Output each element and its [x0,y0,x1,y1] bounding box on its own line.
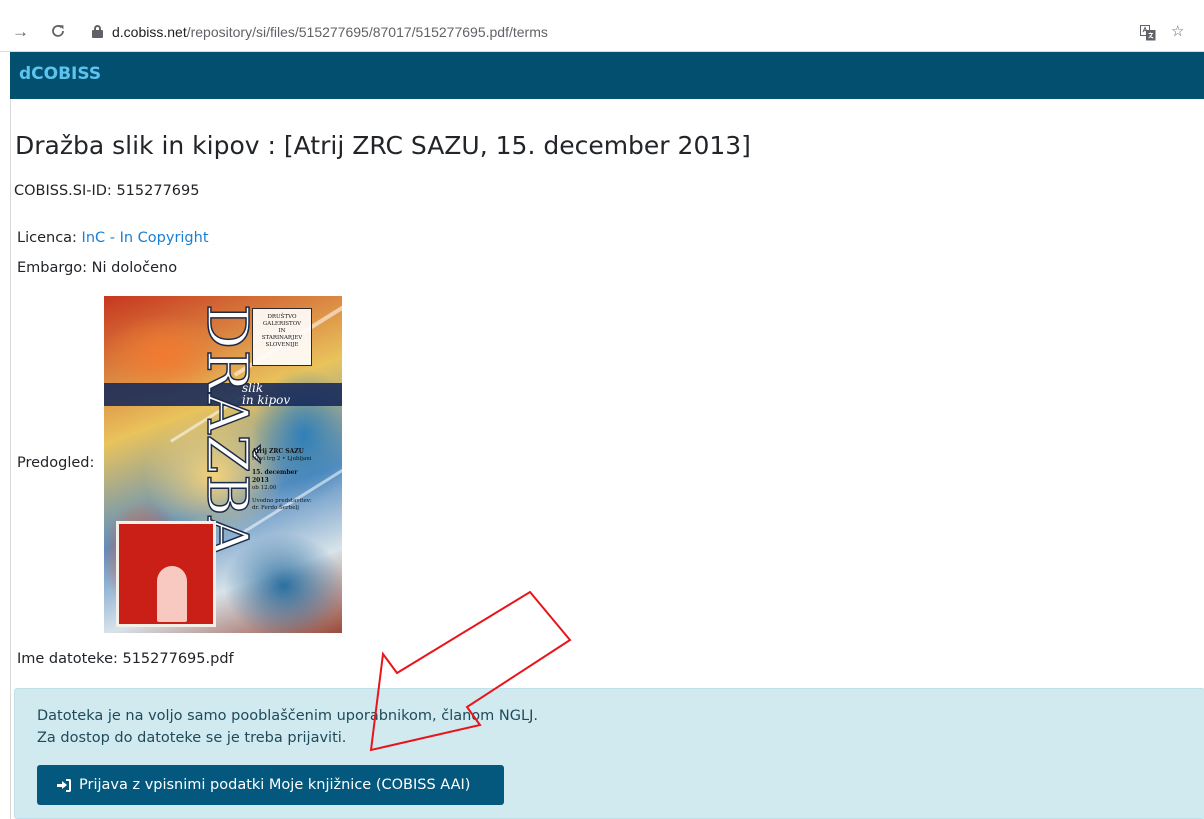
cover-date: 15. december 2013 [252,469,298,484]
brand-logo[interactable]: dCOBISS [19,64,101,84]
reload-icon[interactable] [50,22,66,42]
cover-venue-address: Novi trg 2 • Ljubljani [252,456,312,462]
login-button-label: Prijava z vpisnimi podatki Moje knjižnic… [79,777,471,793]
cover-org-box: DRUŠTVO GALERISTOV IN STARINARJEV SLOVEN… [252,308,312,366]
star-icon[interactable]: ☆ [1171,22,1184,42]
embargo-value: Ni določeno [91,260,178,276]
cover-org-line: GALERISTOV [262,321,302,327]
cobiss-aai-login-button[interactable]: Prijava z vpisnimi podatki Moje knjižnic… [37,765,504,805]
cobiss-id-value: 515277695 [116,183,200,199]
cover-inset-painting [116,521,216,627]
browser-toolbar: → d.cobiss.net/repository/si/files/51527… [0,0,1204,52]
cover-venue: Atrij ZRC SAZU Novi trg 2 • Ljubljani 15… [252,448,316,512]
cover-org-line: STARINARJEV [261,335,303,341]
alert-message-2: Za dostop do datoteke se je treba prijav… [37,730,347,746]
cover-org-line: SLOVENIJE [265,342,299,348]
alert-message-1: Datoteka je na voljo samo pooblaščenim u… [37,708,538,724]
licence-row: Licenca: InC - In Copyright [17,230,209,246]
app-header: dCOBISS [10,52,1204,99]
licence-link[interactable]: InC - In Copyright [82,230,209,246]
filename-row: Ime datoteke: 515277695.pdf [17,651,234,667]
cobiss-id: COBISS.SI-ID: 515277695 [14,183,199,199]
cover-time: ob 12.00 [252,485,277,491]
cover-host-name: dr. Ferdo Šerbelj [252,505,299,511]
cover-org-line: DRUŠTVO [267,314,297,320]
embargo-row: Embargo: Ni določeno [17,260,177,276]
main-content: Dražba slik in kipov : [Atrij ZRC SAZU, … [10,99,1204,819]
access-alert: Datoteka je na voljo samo pooblaščenim u… [14,688,1204,819]
sign-in-icon [57,778,71,792]
lock-icon [92,25,103,38]
filename-value: 515277695.pdf [122,651,234,667]
cover-venue-title: Atrij ZRC SAZU [252,448,304,455]
translate-icon[interactable] [1140,25,1156,41]
cover-host-label: Uvodno predstavitev: [252,498,312,504]
cover-preview-image[interactable]: slik in kipov DRAŽBA DRUŠTVO GALERISTOV … [104,296,342,633]
embargo-label: Embargo: [17,260,88,276]
filename-label: Ime datoteke: [17,651,118,667]
url-host: d.cobiss.net [112,24,187,40]
forward-icon[interactable]: → [12,22,29,42]
url-path: /repository/si/files/515277695/87017/515… [186,24,548,40]
page-title: Dražba slik in kipov : [Atrij ZRC SAZU, … [15,131,751,160]
cover-org-line: IN [278,328,286,334]
cobiss-id-label: COBISS.SI-ID: [14,183,112,199]
licence-label: Licenca: [17,230,77,246]
preview-label: Predogled: [17,455,95,471]
address-bar[interactable]: d.cobiss.net/repository/si/files/5152776… [92,22,548,42]
